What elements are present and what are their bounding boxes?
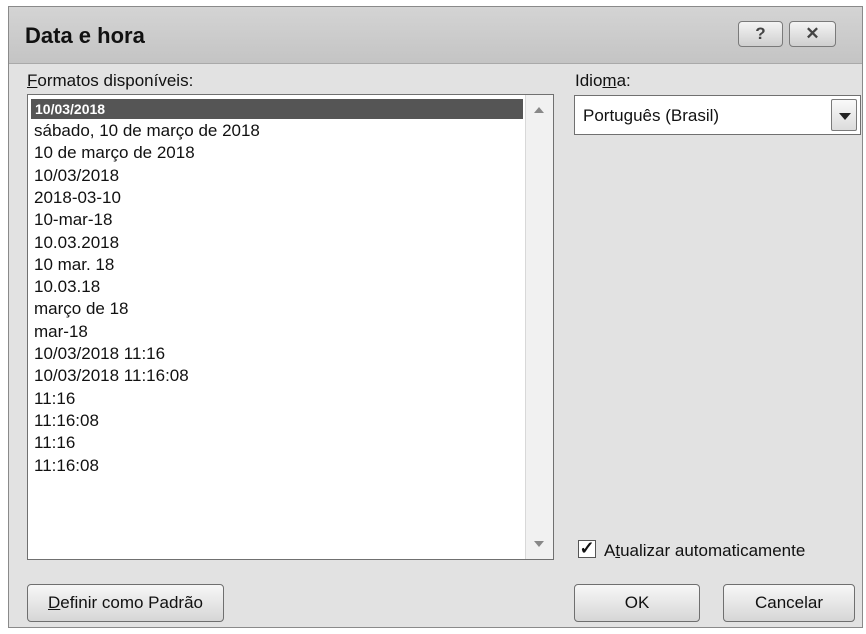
close-icon: ✕	[805, 24, 820, 43]
list-item[interactable]: 10 mar. 18	[34, 255, 114, 275]
list-item[interactable]: mar-18	[34, 322, 88, 342]
scroll-up-arrow-icon[interactable]	[534, 107, 544, 113]
language-label: Idioma:	[575, 71, 631, 90]
ok-button[interactable]: OK	[574, 584, 700, 622]
list-item[interactable]: 10-mar-18	[34, 210, 112, 230]
cancel-button[interactable]: Cancelar	[723, 584, 855, 622]
formats-label: Formatos disponíveis:	[27, 71, 194, 90]
list-item[interactable]: 10/03/2018 11:16	[34, 344, 165, 364]
scroll-down-arrow-icon[interactable]	[534, 541, 544, 547]
auto-update-checkbox[interactable]: ✓	[578, 539, 596, 558]
list-item[interactable]: 11:16	[34, 389, 75, 409]
listbox-scrollbar[interactable]	[525, 95, 553, 559]
dropdown-arrow-icon[interactable]	[831, 99, 857, 131]
dialog-title: Data e hora	[25, 23, 145, 48]
date-time-dialog: Data e hora ? ✕ Formatos disponíveis: 10…	[8, 6, 863, 628]
formats-listbox[interactable]: 10/03/2018 sábado, 10 de março de 2018 10 …	[27, 94, 554, 560]
list-item[interactable]: 10.03.2018	[34, 233, 119, 253]
list-item-selected[interactable]: 10/03/2018	[31, 99, 523, 119]
title-bar: Data e hora ? ✕	[9, 7, 862, 64]
list-item[interactable]: 10/03/2018	[34, 166, 119, 186]
list-item[interactable]: 11:16:08	[34, 411, 99, 431]
list-item[interactable]: 10/03/2018 11:16:08	[34, 366, 189, 386]
auto-update-label[interactable]: Atualizar automaticamente	[604, 541, 805, 561]
list-item[interactable]: 11:16	[34, 433, 75, 453]
list-item[interactable]: 2018-03-10	[34, 188, 121, 208]
help-button[interactable]: ?	[738, 21, 783, 47]
list-item[interactable]: sábado, 10 de março de 2018	[34, 121, 260, 141]
list-item[interactable]: 11:16:08	[34, 456, 99, 476]
close-button[interactable]: ✕	[789, 21, 836, 47]
language-select[interactable]: Português (Brasil)	[574, 95, 861, 135]
set-default-button[interactable]: Definir como Padrão	[27, 584, 224, 622]
language-select-value: Português (Brasil)	[583, 106, 720, 125]
list-item[interactable]: 10 de março de 2018	[34, 143, 195, 163]
list-item[interactable]: março de 18	[34, 299, 129, 319]
list-item[interactable]: 10.03.18	[34, 277, 100, 297]
